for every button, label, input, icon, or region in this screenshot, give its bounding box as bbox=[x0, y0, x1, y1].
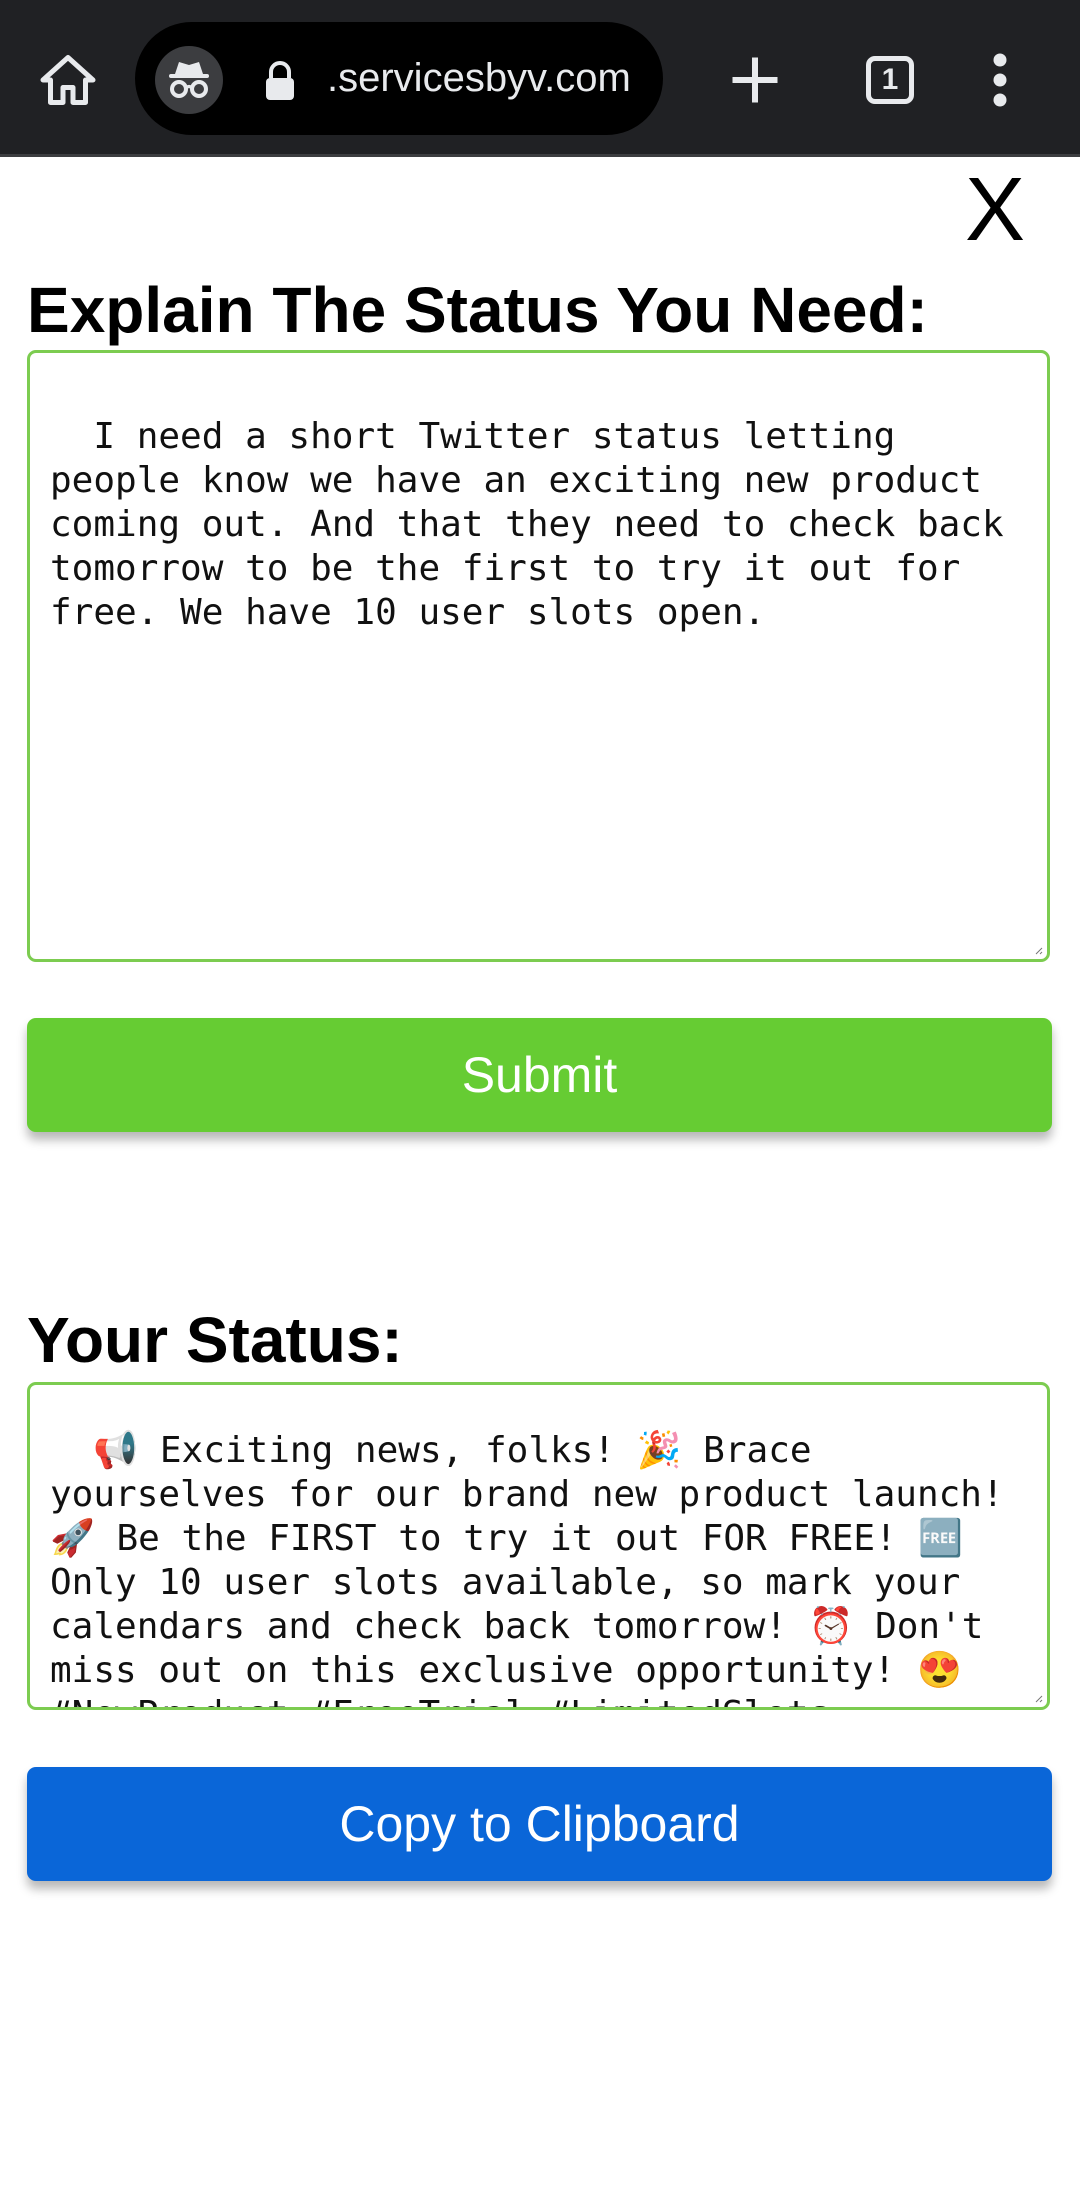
copy-to-clipboard-button[interactable]: Copy to Clipboard bbox=[27, 1767, 1052, 1881]
prompt-textarea[interactable]: I need a short Twitter status letting pe… bbox=[27, 350, 1050, 962]
close-button[interactable]: X bbox=[965, 160, 1025, 260]
prompt-text: I need a short Twitter status letting pe… bbox=[50, 416, 1026, 633]
incognito-icon bbox=[155, 46, 223, 114]
lock-icon bbox=[266, 61, 294, 100]
result-text: 📢 Exciting news, folks! 🎉 Brace yourselv… bbox=[50, 1430, 1004, 1707]
address-bar[interactable]: .servicesbyv.com bbox=[135, 22, 663, 135]
browser-toolbar: .servicesbyv.com 1 bbox=[0, 0, 1080, 157]
more-vert-icon[interactable] bbox=[990, 50, 1010, 110]
submit-button[interactable]: Submit bbox=[27, 1018, 1052, 1132]
url-text: .servicesbyv.com bbox=[327, 56, 631, 100]
home-icon[interactable] bbox=[38, 50, 98, 110]
result-heading: Your Status: bbox=[27, 1304, 403, 1376]
result-textarea[interactable]: 📢 Exciting news, folks! 🎉 Brace yourselv… bbox=[27, 1382, 1050, 1710]
plus-icon[interactable] bbox=[725, 50, 785, 110]
resize-handle-icon[interactable] bbox=[1033, 945, 1043, 955]
tab-switcher-icon[interactable]: 1 bbox=[866, 56, 914, 104]
resize-handle-icon[interactable] bbox=[1033, 1693, 1043, 1703]
prompt-heading: Explain The Status You Need: bbox=[27, 274, 928, 346]
